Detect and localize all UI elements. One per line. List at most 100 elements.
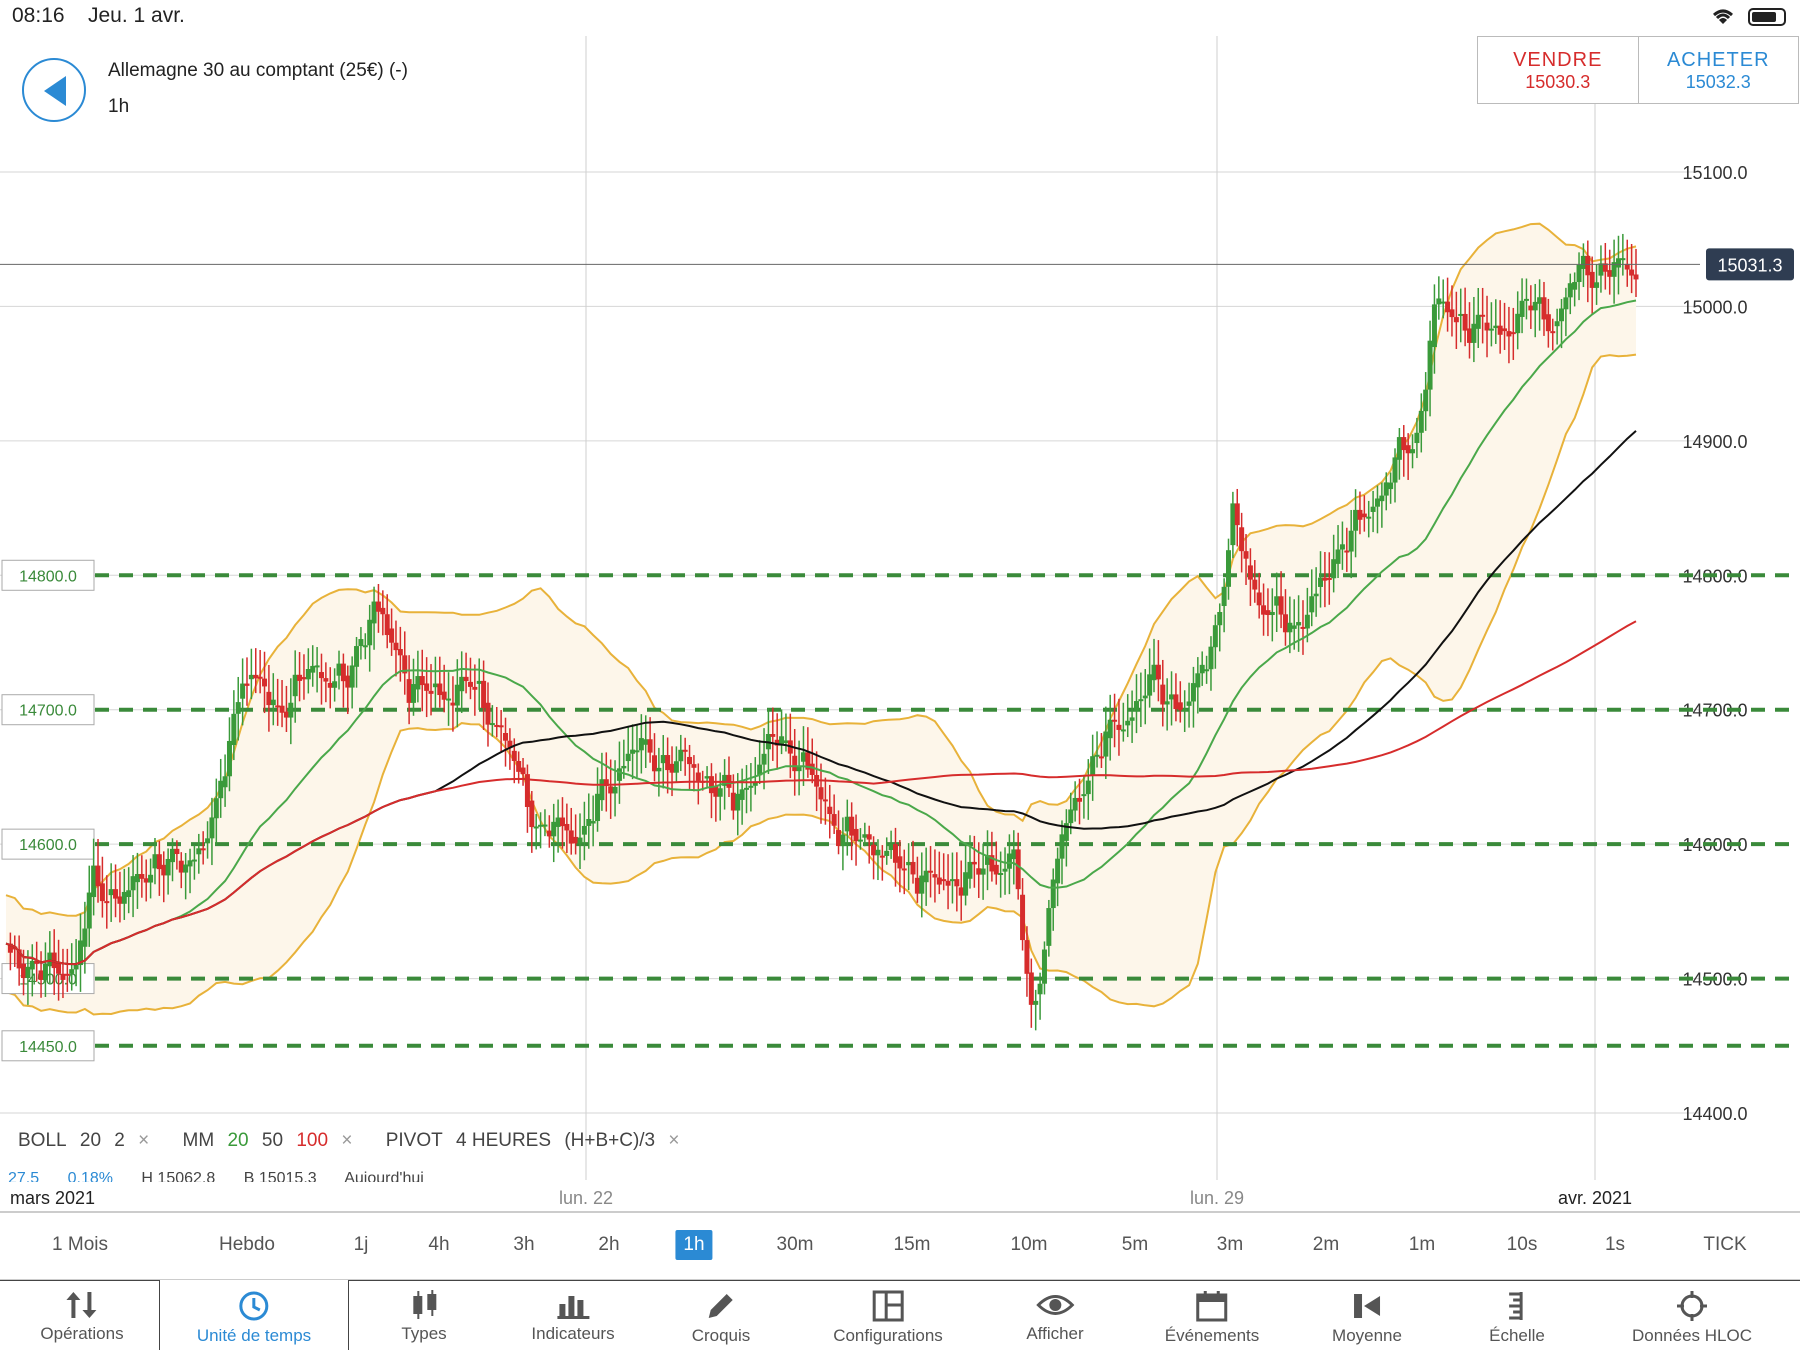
tool-types[interactable]: Types [401, 1280, 447, 1350]
candle-body [967, 861, 973, 879]
price-chart[interactable]: 15100.0 15000.0 14900.0 14800.0 14700.0 14600… [0, 0, 1800, 1212]
candle-body [1414, 432, 1420, 444]
candle-body [1322, 577, 1328, 581]
candle-body [551, 821, 557, 837]
candle-body [1103, 731, 1109, 757]
candle-body [262, 678, 268, 687]
candle-body [892, 844, 898, 863]
candle-body [573, 836, 579, 844]
candle-body [432, 683, 438, 688]
tf-tick[interactable]: TICK [1703, 1234, 1746, 1256]
tf-hebdo[interactable]: Hebdo [219, 1234, 275, 1256]
candle-body [318, 672, 324, 679]
candle-body [884, 850, 890, 856]
tf-10s[interactable]: 10s [1507, 1234, 1538, 1256]
candle-body [717, 788, 723, 797]
boll-deviation: 2 [114, 1130, 125, 1151]
tf-1s[interactable]: 1s [1605, 1234, 1625, 1256]
tf-4h[interactable]: 4h [428, 1234, 449, 1256]
candle-body [520, 767, 526, 775]
candle-body [332, 681, 338, 688]
tf-1h[interactable]: 1h [675, 1230, 713, 1260]
candle-body [419, 676, 425, 686]
candle-body [244, 683, 250, 686]
remove-pivot-icon[interactable]: × [668, 1130, 679, 1151]
candle-body [1471, 323, 1477, 343]
y-tick-label: 14900.0 [1682, 432, 1747, 452]
candle-body [489, 723, 495, 726]
candle-body [231, 713, 237, 746]
tool-display-label: Afficher [1026, 1324, 1084, 1343]
tool-scale[interactable]: Échelle [1489, 1280, 1545, 1350]
candle-body [21, 963, 27, 979]
candle-body [1519, 300, 1525, 317]
tf-30m[interactable]: 30m [777, 1234, 814, 1256]
tf-5m[interactable]: 5m [1122, 1234, 1148, 1256]
candle-body [1344, 550, 1350, 553]
sell-button[interactable]: VENDRE 15030.3 [1478, 37, 1638, 103]
candle-body [1028, 972, 1034, 1005]
candle-body [1002, 868, 1008, 872]
scale-icon [1508, 1292, 1523, 1320]
tool-average[interactable]: Moyenne [1332, 1280, 1402, 1350]
candle-body [665, 755, 671, 771]
candle-body [1440, 301, 1446, 304]
tf-2m[interactable]: 2m [1313, 1234, 1339, 1256]
timeframe-bar: 1 Mois Hebdo 1j 4h 3h 2h 1h 30m 15m 10m … [0, 1212, 1800, 1280]
buy-button[interactable]: ACHETER 15032.3 [1637, 37, 1799, 103]
candle-body [1502, 328, 1508, 332]
candle-body [1545, 314, 1551, 332]
candle-body [1050, 879, 1056, 909]
candle-body [1309, 596, 1315, 613]
x-tick-label: mars 2021 [10, 1188, 95, 1208]
mm-50: 50 [261, 1130, 284, 1151]
tool-events[interactable]: Événements [1165, 1280, 1259, 1350]
tf-2h[interactable]: 2h [598, 1234, 619, 1256]
candle-body [844, 816, 850, 832]
candle-body [621, 765, 627, 769]
tool-sketch[interactable]: Croquis [692, 1280, 750, 1350]
candle-body [196, 848, 202, 855]
remove-boll-icon[interactable]: × [138, 1130, 149, 1151]
candle-body [1261, 605, 1267, 615]
tf-1-mois[interactable]: 1 Mois [52, 1234, 108, 1256]
candle-body [1480, 314, 1486, 317]
tool-time-unit[interactable]: Unité de temps [197, 1280, 311, 1350]
tool-operations[interactable]: Opérations [40, 1280, 124, 1350]
candle-body [1366, 516, 1372, 519]
candle-body [919, 875, 925, 894]
candle-body [327, 682, 333, 688]
pivot-period: 4 HEURES [456, 1130, 552, 1151]
remove-mm-icon[interactable]: × [341, 1130, 352, 1151]
candle-body [297, 674, 303, 681]
candle-body [656, 767, 662, 772]
tf-1j[interactable]: 1j [354, 1234, 369, 1256]
candle-body [428, 690, 434, 694]
candle-body [516, 761, 522, 772]
tool-hloc-data[interactable]: Données HLOC [1632, 1280, 1752, 1350]
candle-body [630, 749, 636, 754]
candle-body [529, 800, 535, 828]
pivot-label: 14600.0 [19, 837, 77, 854]
candle-body [310, 665, 316, 673]
tf-15m[interactable]: 15m [894, 1234, 931, 1256]
candle-body [1195, 673, 1201, 688]
tool-configurations[interactable]: Configurations [833, 1280, 943, 1350]
candle-body [1554, 321, 1560, 327]
tf-10m[interactable]: 10m [1011, 1234, 1048, 1256]
candle-body [257, 676, 263, 679]
candle-body [25, 966, 31, 979]
tool-indicators[interactable]: Indicateurs [531, 1280, 615, 1350]
tool-display[interactable]: Afficher [1026, 1280, 1084, 1350]
candle-body [866, 834, 872, 840]
tf-3m[interactable]: 3m [1217, 1234, 1243, 1256]
candle-body [1576, 264, 1582, 283]
candle-body [266, 691, 272, 706]
tf-3h[interactable]: 3h [513, 1234, 534, 1256]
tf-1m[interactable]: 1m [1409, 1234, 1435, 1256]
candle-body [1085, 780, 1091, 795]
candle-body [1633, 274, 1639, 280]
candle-body [1182, 709, 1188, 712]
candle-body [625, 753, 631, 762]
back-button[interactable] [22, 58, 86, 122]
